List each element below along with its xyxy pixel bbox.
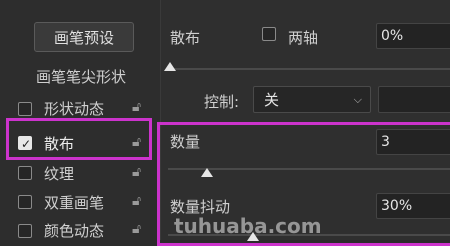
lock-icon[interactable]: 🔓︎ — [132, 193, 141, 209]
sidebar-item-texture[interactable]: 纹理 🔓︎ — [0, 160, 160, 190]
lock-icon[interactable]: 🔓︎ — [132, 99, 141, 115]
watermark: tuhuaba.com — [174, 214, 322, 238]
sidebar-item-label: 纹理 — [44, 165, 75, 183]
scattering-highlight — [6, 118, 152, 160]
sidebar-item-dual-brush[interactable]: 双重画笔 🔓︎ — [0, 188, 160, 218]
scatter-value-input[interactable]: 0% — [376, 23, 450, 49]
color-dynamics-checkbox[interactable] — [18, 224, 32, 238]
brush-presets-label: 画笔预设 — [53, 28, 114, 47]
shape-dynamics-checkbox[interactable] — [18, 102, 32, 116]
brush-presets-button[interactable]: 画笔预设 — [34, 22, 134, 52]
scatter-label: 散布 — [170, 29, 201, 47]
texture-checkbox[interactable] — [18, 166, 32, 180]
sidebar-item-color-dynamics[interactable]: 颜色动态 🔓︎ — [0, 216, 160, 246]
lock-icon[interactable]: 🔓︎ — [132, 221, 141, 237]
brush-tip-shape-item[interactable]: 画笔笔尖形状 — [36, 66, 126, 87]
chevron-down-icon: ⌵ — [353, 93, 362, 106]
sidebar-item-label: 双重画笔 — [44, 194, 105, 212]
lock-icon[interactable]: 🔓︎ — [132, 164, 141, 180]
both-axes-label: 两轴 — [288, 29, 319, 47]
sidebar-item-label: 形状动态 — [44, 100, 105, 118]
sidebar-item-label: 颜色动态 — [44, 222, 105, 240]
control-label: 控制: — [204, 93, 240, 111]
scatter-slider-track[interactable] — [166, 68, 450, 70]
both-axes-checkbox[interactable] — [262, 27, 276, 41]
control-select[interactable]: 关 ⌵ — [253, 86, 371, 113]
control-select-value: 关 — [264, 91, 280, 109]
control-extra-field[interactable] — [378, 86, 450, 113]
dual-brush-checkbox[interactable] — [18, 195, 32, 209]
scatter-slider-thumb[interactable] — [164, 62, 176, 71]
